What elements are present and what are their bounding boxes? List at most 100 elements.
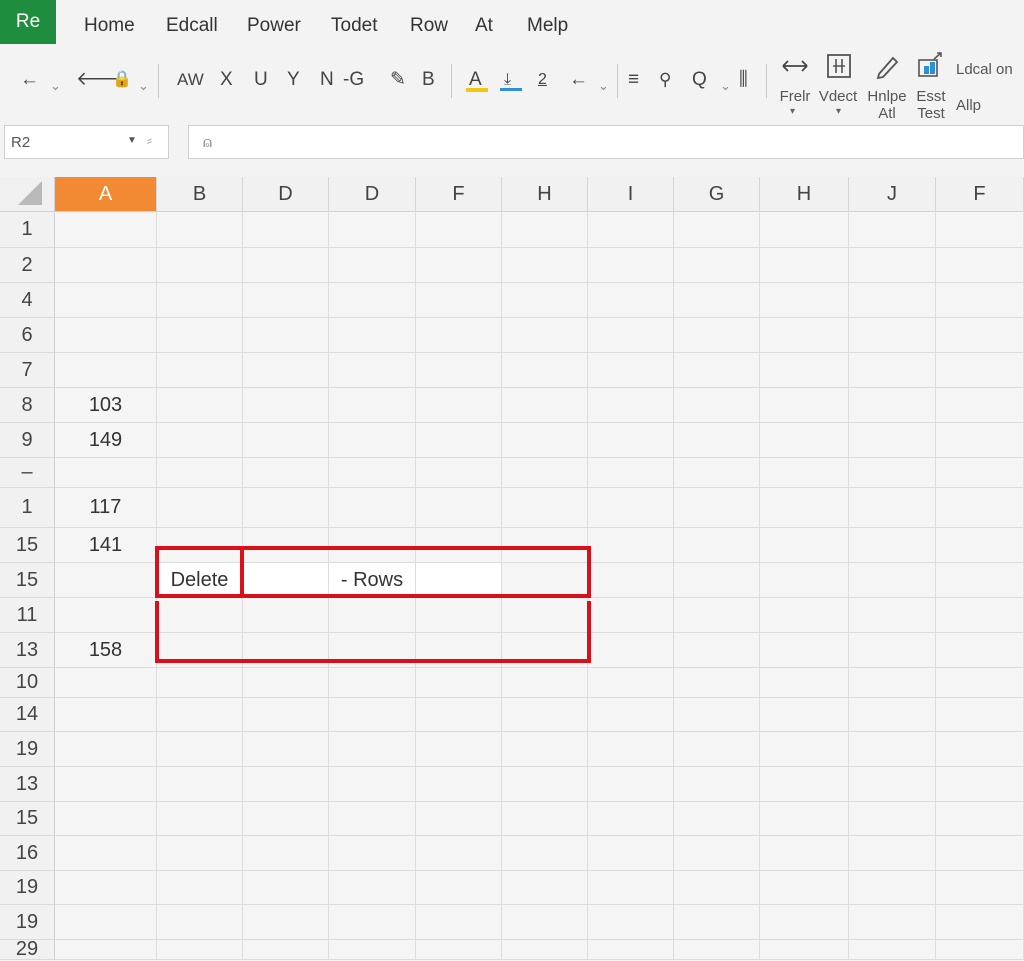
row-header[interactable]: – xyxy=(0,458,55,488)
cell[interactable] xyxy=(416,905,502,940)
cell[interactable] xyxy=(936,458,1024,488)
cell[interactable] xyxy=(416,423,502,458)
menu-home[interactable]: Home xyxy=(84,15,135,37)
cell[interactable] xyxy=(760,940,849,960)
cell[interactable] xyxy=(588,767,674,802)
cell[interactable] xyxy=(502,767,588,802)
cell[interactable] xyxy=(502,905,588,940)
app-badge[interactable]: Re xyxy=(0,0,56,44)
cell[interactable] xyxy=(936,528,1024,563)
row-header[interactable]: 10 xyxy=(0,668,55,698)
cell[interactable] xyxy=(674,528,760,563)
cell[interactable] xyxy=(936,905,1024,940)
row-header[interactable]: 1 xyxy=(0,212,55,248)
cell[interactable] xyxy=(502,836,588,871)
cell[interactable] xyxy=(849,212,936,248)
cell[interactable] xyxy=(849,598,936,633)
cell[interactable] xyxy=(760,388,849,423)
cell[interactable] xyxy=(416,388,502,423)
cell[interactable] xyxy=(674,488,760,528)
cell[interactable]: 103 xyxy=(55,388,157,423)
cell[interactable] xyxy=(329,732,416,767)
cell[interactable] xyxy=(936,563,1024,598)
cell[interactable] xyxy=(55,212,157,248)
cell[interactable] xyxy=(760,488,849,528)
cell[interactable] xyxy=(588,871,674,905)
lock-icon[interactable]: 🔒 xyxy=(112,66,132,94)
cell[interactable] xyxy=(760,767,849,802)
cell[interactable] xyxy=(243,668,329,698)
chart-box-icon[interactable] xyxy=(915,50,945,82)
cell[interactable]: 117 xyxy=(55,488,157,528)
cell[interactable] xyxy=(674,668,760,698)
cell[interactable] xyxy=(243,905,329,940)
cell[interactable] xyxy=(243,283,329,318)
cell[interactable] xyxy=(849,458,936,488)
cell[interactable] xyxy=(588,353,674,388)
cell[interactable] xyxy=(760,698,849,732)
row-header[interactable]: 1 xyxy=(0,488,55,528)
find-dropdown-icon[interactable]: ⌄ xyxy=(720,72,731,100)
cell[interactable] xyxy=(55,940,157,960)
cell[interactable] xyxy=(674,598,760,633)
cell[interactable] xyxy=(760,318,849,353)
cell[interactable] xyxy=(936,732,1024,767)
cell[interactable] xyxy=(329,802,416,836)
cell[interactable] xyxy=(588,940,674,960)
cell[interactable] xyxy=(243,388,329,423)
cell[interactable] xyxy=(416,488,502,528)
chevron-down-icon[interactable]: ▼ xyxy=(127,135,137,146)
cell[interactable] xyxy=(502,698,588,732)
cell[interactable] xyxy=(55,871,157,905)
cell[interactable] xyxy=(416,668,502,698)
undo-arrow-icon[interactable]: ← xyxy=(20,66,39,94)
cell[interactable] xyxy=(157,905,243,940)
cell[interactable] xyxy=(329,940,416,960)
menu-power[interactable]: Power xyxy=(247,15,301,37)
cell[interactable] xyxy=(55,836,157,871)
cell[interactable] xyxy=(588,212,674,248)
cell[interactable] xyxy=(502,283,588,318)
cell[interactable] xyxy=(502,488,588,528)
cell[interactable] xyxy=(157,458,243,488)
row-header[interactable]: 14 xyxy=(0,698,55,732)
cell[interactable] xyxy=(849,283,936,318)
cell[interactable] xyxy=(55,563,157,598)
cell[interactable] xyxy=(760,598,849,633)
cell[interactable] xyxy=(588,528,674,563)
cell[interactable] xyxy=(416,732,502,767)
cell[interactable] xyxy=(849,940,936,960)
cell[interactable] xyxy=(760,633,849,668)
cell[interactable] xyxy=(243,488,329,528)
row-header[interactable]: 19 xyxy=(0,732,55,767)
cell[interactable] xyxy=(502,668,588,698)
cell[interactable] xyxy=(849,563,936,598)
cell[interactable] xyxy=(588,633,674,668)
cell[interactable] xyxy=(760,905,849,940)
cell[interactable] xyxy=(674,905,760,940)
cell[interactable] xyxy=(502,212,588,248)
row-header[interactable]: 4 xyxy=(0,283,55,318)
frelr-dropdown-icon[interactable]: ▾ xyxy=(790,106,795,117)
cell[interactable] xyxy=(502,802,588,836)
cell[interactable] xyxy=(936,940,1024,960)
cell[interactable] xyxy=(157,767,243,802)
cell[interactable] xyxy=(674,248,760,283)
cell[interactable] xyxy=(760,353,849,388)
cell[interactable] xyxy=(849,698,936,732)
cell[interactable] xyxy=(588,318,674,353)
col-header-a[interactable]: A xyxy=(55,177,157,212)
cell[interactable] xyxy=(243,836,329,871)
cell[interactable] xyxy=(674,767,760,802)
cell[interactable] xyxy=(416,767,502,802)
cell[interactable] xyxy=(329,353,416,388)
cell[interactable] xyxy=(849,802,936,836)
pen-icon[interactable] xyxy=(872,50,902,82)
cell[interactable] xyxy=(674,212,760,248)
cell[interactable] xyxy=(55,353,157,388)
pencil-icon[interactable]: ✎ xyxy=(390,66,406,94)
cell[interactable] xyxy=(849,767,936,802)
cell[interactable] xyxy=(55,802,157,836)
cell[interactable] xyxy=(502,940,588,960)
cell[interactable] xyxy=(588,905,674,940)
